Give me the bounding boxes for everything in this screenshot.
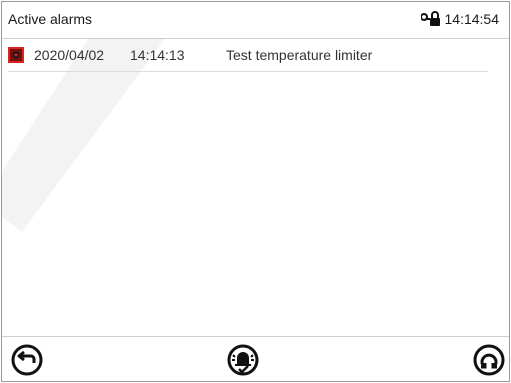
status-clock: 14:14:54 xyxy=(420,11,500,27)
page-title: Active alarms xyxy=(8,11,93,27)
alarm-time: 14:14:13 xyxy=(130,47,185,63)
refresh-icon xyxy=(473,344,505,376)
back-arrow-icon xyxy=(11,344,43,376)
alarm-bell-acknowledge-icon xyxy=(227,344,259,376)
alarm-list: 2020/04/02 14:14:13 Test temperature lim… xyxy=(2,39,509,72)
lock-icon xyxy=(420,11,440,26)
list-item[interactable]: 2020/04/02 14:14:13 Test temperature lim… xyxy=(8,39,488,72)
clock-time: 14:14:54 xyxy=(444,11,500,27)
alarm-indicator-icon xyxy=(8,47,24,63)
acknowledge-alarm-button[interactable] xyxy=(226,343,260,377)
header-bar: Active alarms 14:14:54 xyxy=(2,2,509,39)
screen-frame: Active alarms 14:14:54 2020/04/02 14:14:… xyxy=(1,1,510,382)
refresh-button[interactable] xyxy=(472,343,506,377)
alarm-message: Test temperature limiter xyxy=(226,47,373,63)
footer-toolbar xyxy=(2,336,509,381)
alarm-date: 2020/04/02 xyxy=(34,47,105,63)
back-button[interactable] xyxy=(10,343,44,377)
